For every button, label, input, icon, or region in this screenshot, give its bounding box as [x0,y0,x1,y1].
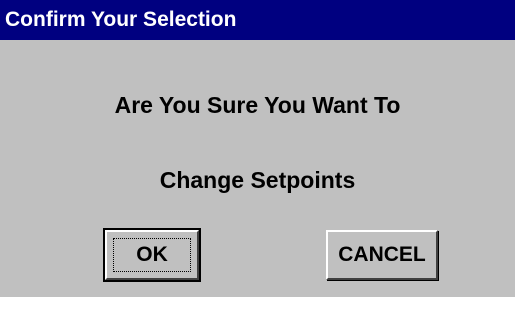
cancel-button[interactable]: CANCEL [326,230,438,280]
message-line-2: Change Setpoints [159,167,356,193]
ok-button[interactable]: OK [103,228,201,282]
cancel-button-label: CANCEL [338,243,426,266]
dialog-titlebar[interactable]: Confirm Your Selection [0,0,515,40]
message-line-1: Are You Sure You Want To [114,92,401,118]
confirm-dialog: Confirm Your Selection Are You Sure You … [0,0,518,300]
dialog-title: Confirm Your Selection [5,8,237,31]
focus-indicator [113,238,191,272]
